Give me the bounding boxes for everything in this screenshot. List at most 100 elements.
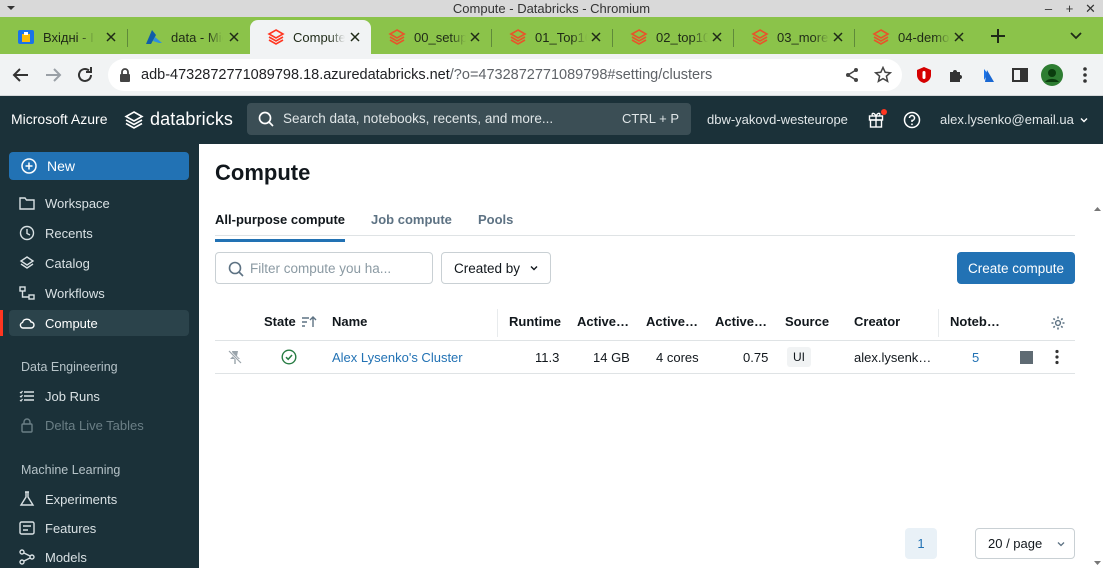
flask-icon <box>19 491 35 506</box>
sidebar-item-catalog[interactable]: Catalog <box>9 250 189 276</box>
tab-close-icon[interactable] <box>951 29 967 45</box>
browser-tab[interactable]: Вхідні - І <box>0 20 127 54</box>
address-bar[interactable]: adb-4732872771089798.18.azuredatabricks.… <box>108 59 902 91</box>
tab-close-icon[interactable] <box>226 29 242 45</box>
sidebar-item-features[interactable]: Features <box>9 515 189 541</box>
sidebar-item-recents[interactable]: Recents <box>9 220 189 246</box>
tab-all-purpose-compute[interactable]: All-purpose compute <box>215 212 346 242</box>
extensions-puzzle-icon[interactable] <box>946 65 966 85</box>
new-tab-icon[interactable] <box>988 26 1008 46</box>
tab-pools[interactable]: Pools <box>478 212 513 236</box>
sidebar-item-models[interactable]: Models <box>9 544 189 570</box>
user-menu[interactable]: alex.lysenko@email.ua <box>940 112 1089 127</box>
minimize-icon[interactable]: – <box>1040 0 1057 17</box>
close-window-icon[interactable]: ✕ <box>1082 0 1099 17</box>
sidebar-item-label: Experiments <box>45 491 118 507</box>
bookmark-star-icon[interactable] <box>874 66 892 84</box>
page-size-select[interactable]: 20 / page <box>975 528 1075 559</box>
browser-tab[interactable]: 02_top10 <box>613 20 733 54</box>
workflows-icon <box>19 286 35 300</box>
url-path: /?o=4732872771089798#setting/clusters <box>449 67 713 83</box>
sidebar-item-workspace[interactable]: Workspace <box>9 190 189 216</box>
chevron-down-icon <box>1080 117 1088 122</box>
tab-close-icon[interactable] <box>830 29 846 45</box>
notebooks-count-link[interactable]: 5 <box>972 350 979 365</box>
cluster-name-link[interactable]: Alex Lysenko's Cluster <box>332 350 463 365</box>
tab-title: 00_setup <box>414 29 466 45</box>
sidebar-item-job-runs[interactable]: Job Runs <box>9 383 189 409</box>
reload-icon[interactable] <box>75 65 95 85</box>
browser-tab[interactable]: data - Mic <box>128 20 250 54</box>
sidebar-item-label: Recents <box>45 225 93 241</box>
column-divider[interactable] <box>497 309 498 337</box>
column-divider[interactable] <box>938 309 939 337</box>
filter-compute-input[interactable] <box>250 259 420 277</box>
browser-tab[interactable]: 03_more <box>734 20 854 54</box>
share-icon[interactable] <box>844 67 860 83</box>
gear-icon[interactable] <box>1050 315 1066 331</box>
databricks-logo[interactable]: databricks <box>124 109 233 130</box>
column-header-source[interactable]: Source <box>785 314 829 329</box>
sidebar-item-label: Job Runs <box>45 388 100 404</box>
vertical-scrollbar[interactable] <box>1092 205 1103 568</box>
tab-title: data - Mic <box>171 29 223 45</box>
column-header-runtime[interactable]: Runtime <box>509 314 561 329</box>
tab-close-icon[interactable] <box>103 29 119 45</box>
column-header-active-dbu[interactable]: Active… <box>715 314 767 329</box>
databricks-logo-icon <box>124 110 144 129</box>
table-header: State Name Runtime Active… Active… Activ… <box>215 305 1075 341</box>
browser-tab[interactable]: 04-demo <box>855 20 975 54</box>
maximize-icon[interactable]: + <box>1061 0 1078 17</box>
tab-close-icon[interactable] <box>709 29 725 45</box>
tab-job-compute[interactable]: Job compute <box>371 212 452 236</box>
column-header-state[interactable]: State <box>264 314 317 329</box>
sidebar-item-workflows[interactable]: Workflows <box>9 280 189 306</box>
back-icon[interactable] <box>11 65 31 85</box>
tab-close-icon[interactable] <box>467 29 483 45</box>
column-header-notebooks[interactable]: Noteb… <box>950 314 1000 329</box>
sidebar-item-delta-live-tables[interactable]: Delta Live Tables <box>9 412 189 438</box>
tab-close-icon[interactable] <box>588 29 604 45</box>
cell-creator: alex.lysenk… <box>854 350 932 365</box>
sidebar-item-experiments[interactable]: Experiments <box>9 486 189 512</box>
browser-tab[interactable]: 01_Top10 <box>492 20 612 54</box>
workspace-switcher[interactable]: dbw-yakovd-westeurope <box>707 112 848 127</box>
extension-shield-icon[interactable] <box>914 65 934 85</box>
created-by-dropdown[interactable]: Created by <box>441 252 551 284</box>
lock-icon[interactable] <box>118 67 132 83</box>
global-search-input[interactable]: Search data, notebooks, recents, and mor… <box>247 103 691 135</box>
extension-azure-icon[interactable] <box>978 65 998 85</box>
create-compute-button[interactable]: Create compute <box>957 252 1075 284</box>
browser-toolbar: adb-4732872771089798.18.azuredatabricks.… <box>0 54 1103 96</box>
kebab-menu-icon[interactable] <box>1054 349 1060 365</box>
column-header-creator[interactable]: Creator <box>854 314 900 329</box>
side-panel-icon[interactable] <box>1010 65 1030 85</box>
sidebar-item-compute[interactable]: Compute <box>0 310 189 336</box>
browser-menu-icon[interactable] <box>1075 65 1095 85</box>
stop-icon[interactable] <box>1020 351 1033 364</box>
window-titlebar: Compute - Databricks - Chromium – + ✕ <box>0 0 1103 17</box>
column-header-active-memory[interactable]: Active… <box>577 314 629 329</box>
sort-icon[interactable] <box>301 315 317 329</box>
list-icon <box>19 390 34 402</box>
pin-off-icon[interactable] <box>227 349 243 365</box>
tab-strip: Вхідні - І data - Mic Compute 00_setup 0… <box>0 17 1103 54</box>
status-running-icon <box>281 349 297 365</box>
forward-icon[interactable] <box>43 65 63 85</box>
tab-close-icon[interactable] <box>347 29 363 45</box>
pagination-page-1[interactable]: 1 <box>905 528 937 559</box>
sidebar-item-label: Models <box>45 549 87 565</box>
url-text: adb-4732872771089798.18.azuredatabricks.… <box>141 67 712 83</box>
tab-search-chevron-icon[interactable] <box>1068 27 1084 43</box>
browser-tab[interactable]: 00_setup <box>371 20 491 54</box>
table-row[interactable]: Alex Lysenko's Cluster 11.3 14 GB 4 core… <box>215 341 1075 374</box>
search-icon <box>258 111 274 127</box>
help-icon[interactable] <box>903 111 921 129</box>
filter-compute-field[interactable] <box>215 252 433 284</box>
new-button[interactable]: New <box>9 152 189 180</box>
column-header-active-cores[interactable]: Active… <box>646 314 698 329</box>
profile-avatar-icon[interactable] <box>1041 64 1063 86</box>
browser-tab-active[interactable]: Compute <box>250 20 371 54</box>
notification-dot <box>881 109 887 115</box>
column-header-name[interactable]: Name <box>332 314 367 329</box>
